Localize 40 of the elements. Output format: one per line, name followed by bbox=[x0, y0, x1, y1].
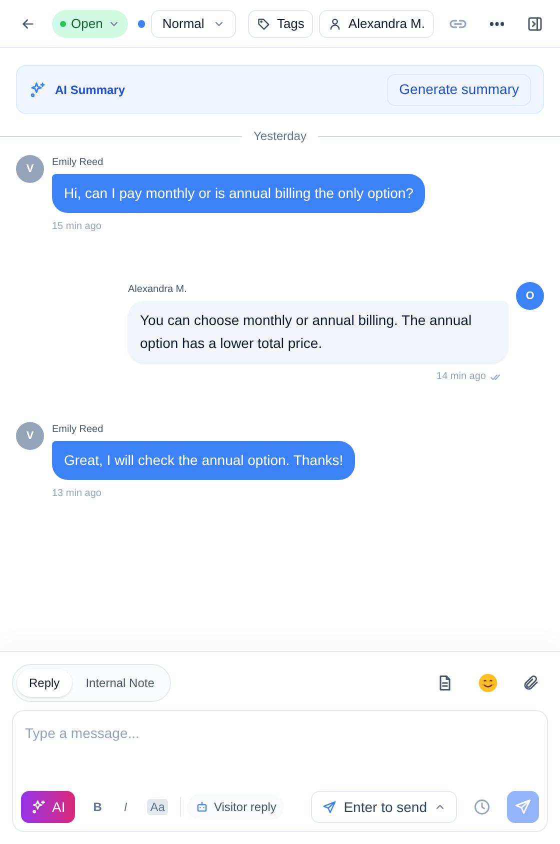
clock-icon bbox=[473, 798, 491, 816]
message-time: 15 min ago bbox=[52, 220, 102, 234]
ai-button[interactable]: AI bbox=[21, 791, 76, 823]
message-bubble: Great, I will check the annual option. Thanks! bbox=[52, 441, 356, 480]
paperclip-icon bbox=[522, 674, 540, 692]
message-time: 14 min ago bbox=[436, 370, 486, 384]
author-name: Emily Reed bbox=[52, 423, 104, 437]
visitor-reply-button[interactable]: Visitor reply bbox=[186, 794, 284, 820]
tag-icon bbox=[256, 16, 271, 30]
sparkle-icon bbox=[29, 80, 47, 98]
ai-summary-title: AI Summary bbox=[55, 82, 126, 98]
send-icon bbox=[514, 798, 532, 816]
message-bubble: Hi, can I pay monthly or is annual billing the only option? bbox=[52, 174, 426, 213]
send-icon bbox=[322, 800, 337, 814]
avatar: V bbox=[16, 155, 44, 183]
text-format-button[interactable]: Aa bbox=[141, 794, 174, 820]
message-time: 13 min ago bbox=[52, 487, 102, 501]
generate-summary-button[interactable]: Generate summary bbox=[387, 74, 531, 106]
tags-button[interactable]: Tags bbox=[248, 10, 314, 38]
assignee-button[interactable]: Alexandra M. bbox=[319, 10, 434, 38]
smiley-icon bbox=[478, 673, 498, 693]
sidebar-panel-icon bbox=[526, 14, 544, 32]
send-mode-dropdown[interactable]: Enter to send bbox=[310, 791, 457, 823]
italic-button[interactable]: I bbox=[118, 794, 134, 820]
composer-tab[interactable]: Reply bbox=[17, 669, 72, 697]
composer-tab[interactable]: Internal Note bbox=[74, 669, 166, 697]
date-divider: Yesterday bbox=[254, 128, 306, 145]
robot-icon bbox=[194, 800, 209, 814]
avatar: O bbox=[516, 282, 544, 310]
bold-button[interactable]: B bbox=[87, 794, 108, 820]
priority-dropdown[interactable]: Normal bbox=[151, 10, 236, 38]
avatar: V bbox=[16, 422, 44, 450]
sparkle-icon bbox=[31, 799, 47, 815]
more-icon bbox=[490, 22, 504, 26]
author-name: Alexandra M. bbox=[128, 283, 187, 297]
message-bubble: You can choose monthly or annual billing. The annual option has a lower total price. bbox=[128, 301, 508, 363]
message-composer[interactable]: Type a message... AI B I Aa Visitor reply Enter to send bbox=[12, 710, 548, 832]
status-dropdown[interactable]: Open bbox=[52, 10, 128, 38]
author-name: Emily Reed bbox=[52, 156, 104, 170]
user-icon bbox=[328, 16, 342, 30]
